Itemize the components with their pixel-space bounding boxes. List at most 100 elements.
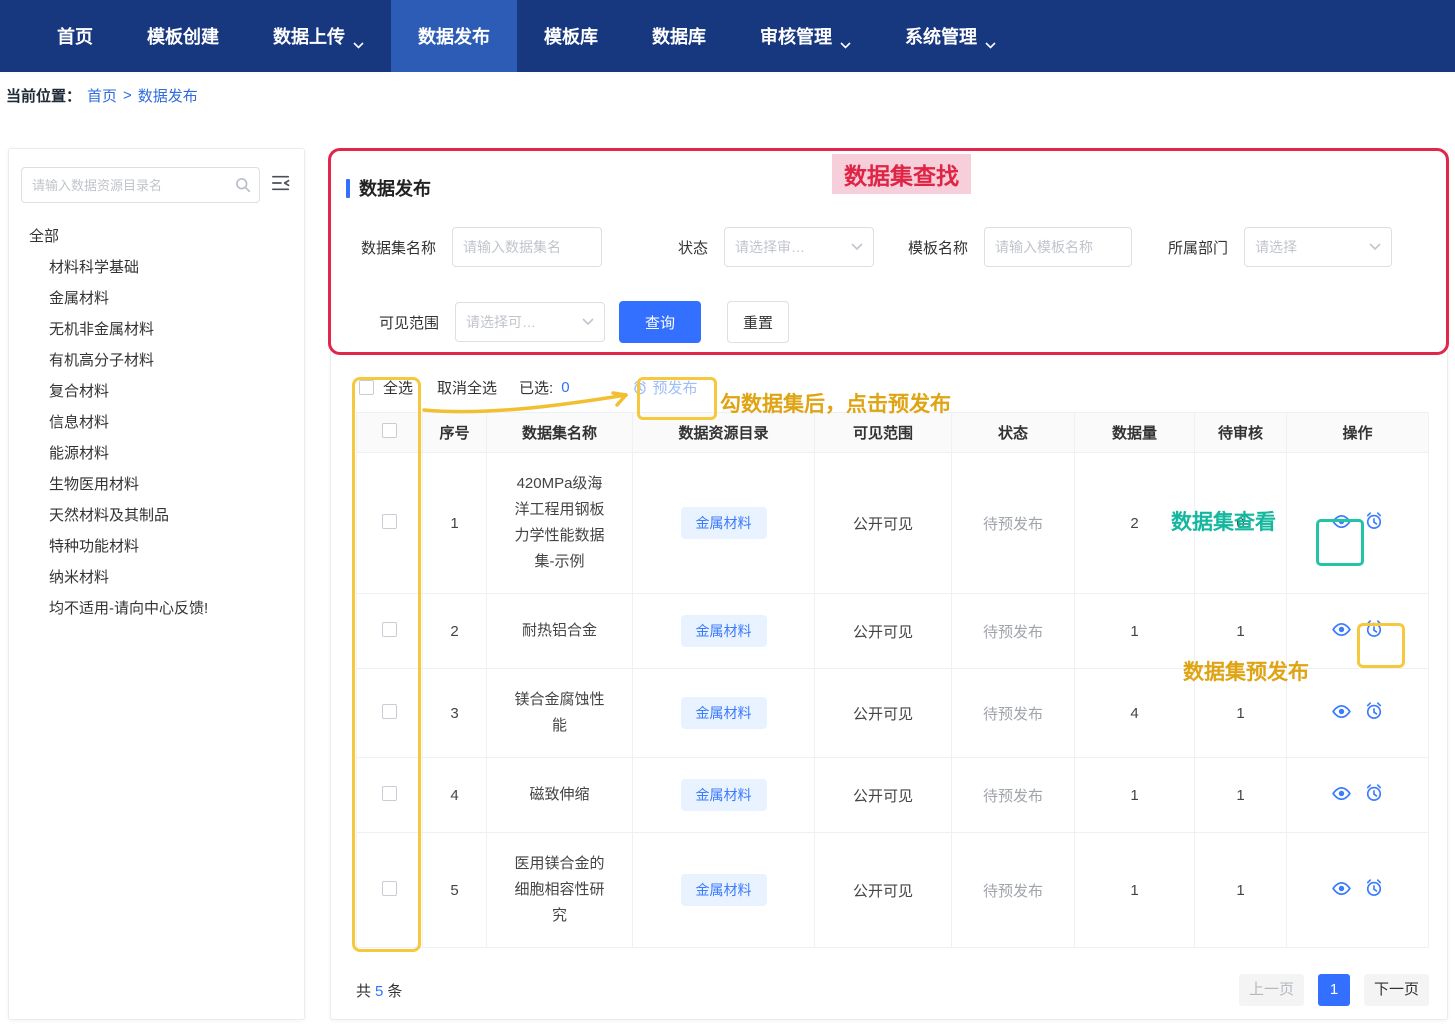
sidebar-item[interactable]: 复合材料 — [9, 376, 304, 407]
sidebar-item[interactable]: 金属材料 — [9, 283, 304, 314]
chevron-down-icon — [353, 33, 364, 40]
reset-button[interactable]: 重置 — [727, 301, 789, 343]
dataset-name: 耐热铝合金 — [487, 594, 633, 669]
catalog-search-input[interactable] — [21, 167, 260, 203]
visibility-value: 公开可见 — [815, 594, 952, 669]
table-row: 1 420MPa级海洋工程用钢板力学性能数据集-示例 金属材料 公开可见 待预发… — [357, 453, 1429, 594]
catalog-tag: 金属材料 — [681, 697, 767, 729]
row-checkbox[interactable] — [382, 514, 397, 529]
table-row: 3 镁合金腐蚀性能 金属材料 公开可见 待预发布 4 1 — [357, 669, 1429, 758]
sidebar-item-all[interactable]: 全部 — [9, 221, 304, 252]
view-icon[interactable] — [1327, 783, 1355, 808]
dataset-name: 医用镁合金的细胞相容性研究 — [487, 833, 633, 948]
sidebar-item[interactable]: 无机非金属材料 — [9, 314, 304, 345]
visibility-label: 可见范围 — [379, 312, 439, 333]
breadcrumb-label: 当前位置： — [6, 85, 81, 106]
row-index: 1 — [423, 453, 487, 594]
col-header-status: 状态 — [952, 413, 1075, 453]
prev-page-button[interactable]: 上一页 — [1239, 974, 1304, 1006]
row-checkbox[interactable] — [382, 786, 397, 801]
breadcrumb-separator: > — [123, 87, 132, 104]
sidebar-item[interactable]: 天然材料及其制品 — [9, 500, 304, 531]
sidebar-item[interactable]: 纳米材料 — [9, 562, 304, 593]
col-header-visibility: 可见范围 — [815, 413, 952, 453]
dataset-table: 序号 数据集名称 数据资源目录 可见范围 状态 数据量 待审核 操作 1 420… — [356, 412, 1429, 948]
template-name-input[interactable] — [984, 227, 1132, 267]
nav-item-system-management[interactable]: 系统管理 — [878, 0, 1023, 72]
table-row: 5 医用镁合金的细胞相容性研究 金属材料 公开可见 待预发布 1 1 — [357, 833, 1429, 948]
search-button[interactable]: 查询 — [619, 301, 701, 343]
nav-item-template-library[interactable]: 模板库 — [517, 0, 625, 72]
sidebar-item[interactable]: 信息材料 — [9, 407, 304, 438]
sidebar-item[interactable]: 生物医用材料 — [9, 469, 304, 500]
page-number-1[interactable]: 1 — [1318, 974, 1350, 1006]
col-header-actions: 操作 — [1287, 413, 1429, 453]
select-all-checkbox[interactable] — [359, 380, 374, 395]
prepublish-icon[interactable] — [1360, 701, 1388, 725]
row-index: 2 — [423, 594, 487, 669]
dataset-name: 磁致伸缩 — [487, 758, 633, 833]
page-title: 数据发布 — [359, 175, 431, 201]
nav-item-audit-management[interactable]: 审核管理 — [733, 0, 878, 72]
visibility-value: 公开可见 — [815, 453, 952, 594]
select-all-label: 全选 — [383, 377, 413, 398]
search-icon — [234, 176, 252, 194]
status-value: 待预发布 — [952, 594, 1075, 669]
row-checkbox[interactable] — [382, 704, 397, 719]
pending-value: 1 — [1195, 594, 1287, 669]
status-select[interactable]: 请选择审… — [724, 227, 874, 267]
chevron-down-icon — [582, 318, 594, 326]
sidebar-item[interactable]: 材料科学基础 — [9, 252, 304, 283]
breadcrumb-home-link[interactable]: 首页 — [87, 85, 117, 106]
prepublish-icon[interactable] — [1360, 783, 1388, 807]
amount-value: 2 — [1075, 453, 1195, 594]
view-icon[interactable] — [1327, 511, 1355, 536]
col-header-catalog: 数据资源目录 — [633, 413, 815, 453]
top-nav: 首页 模板创建 数据上传 数据发布 模板库 数据库 审核管理 系统管理 — [0, 0, 1455, 72]
row-index: 3 — [423, 669, 487, 758]
clock-icon — [632, 380, 648, 396]
sidebar-item[interactable]: 有机高分子材料 — [9, 345, 304, 376]
status-label: 状态 — [678, 237, 708, 258]
sidebar-item[interactable]: 均不适用-请向中心反馈! — [9, 593, 304, 624]
status-value: 待预发布 — [952, 669, 1075, 758]
table-footer: 共5条 上一页 1 下一页 — [356, 974, 1429, 1006]
prepublish-button[interactable]: 预发布 — [632, 377, 698, 398]
prepublish-icon[interactable] — [1360, 511, 1388, 535]
deselect-all-button[interactable]: 取消全选 — [437, 377, 497, 398]
col-header-index: 序号 — [423, 413, 487, 453]
status-value: 待预发布 — [952, 833, 1075, 948]
dataset-name: 420MPa级海洋工程用钢板力学性能数据集-示例 — [487, 453, 633, 594]
sidebar-card: 全部 材料科学基础 金属材料 无机非金属材料 有机高分子材料 复合材料 信息材料… — [8, 148, 305, 1020]
view-icon[interactable] — [1327, 701, 1355, 726]
visibility-value: 公开可见 — [815, 669, 952, 758]
row-checkbox[interactable] — [382, 881, 397, 896]
template-name-label: 模板名称 — [908, 237, 968, 258]
total-count: 共5条 — [356, 980, 402, 1001]
nav-item-data-upload[interactable]: 数据上传 — [246, 0, 391, 72]
nav-item-home[interactable]: 首页 — [30, 0, 120, 72]
table-row: 4 磁致伸缩 金属材料 公开可见 待预发布 1 1 — [357, 758, 1429, 833]
col-header-pending: 待审核 — [1195, 413, 1287, 453]
row-checkbox[interactable] — [382, 622, 397, 637]
dataset-name-input[interactable] — [452, 227, 602, 267]
visibility-value: 公开可见 — [815, 833, 952, 948]
collapse-tree-icon[interactable] — [270, 173, 292, 198]
prepublish-icon[interactable] — [1360, 619, 1388, 643]
view-icon[interactable] — [1327, 878, 1355, 903]
header-select-all-checkbox[interactable] — [382, 423, 397, 438]
dataset-name-label: 数据集名称 — [361, 237, 436, 258]
next-page-button[interactable]: 下一页 — [1364, 974, 1429, 1006]
visibility-select[interactable]: 请选择可… — [455, 302, 605, 342]
view-icon[interactable] — [1327, 619, 1355, 644]
col-header-name: 数据集名称 — [487, 413, 633, 453]
amount-value: 1 — [1075, 758, 1195, 833]
nav-item-template-create[interactable]: 模板创建 — [120, 0, 246, 72]
sidebar-item[interactable]: 能源材料 — [9, 438, 304, 469]
sidebar-item[interactable]: 特种功能材料 — [9, 531, 304, 562]
nav-item-data-publish[interactable]: 数据发布 — [391, 0, 517, 72]
prepublish-icon[interactable] — [1360, 878, 1388, 902]
nav-item-database[interactable]: 数据库 — [625, 0, 733, 72]
catalog-tag: 金属材料 — [681, 507, 767, 539]
department-select[interactable]: 请选择 — [1244, 227, 1392, 267]
